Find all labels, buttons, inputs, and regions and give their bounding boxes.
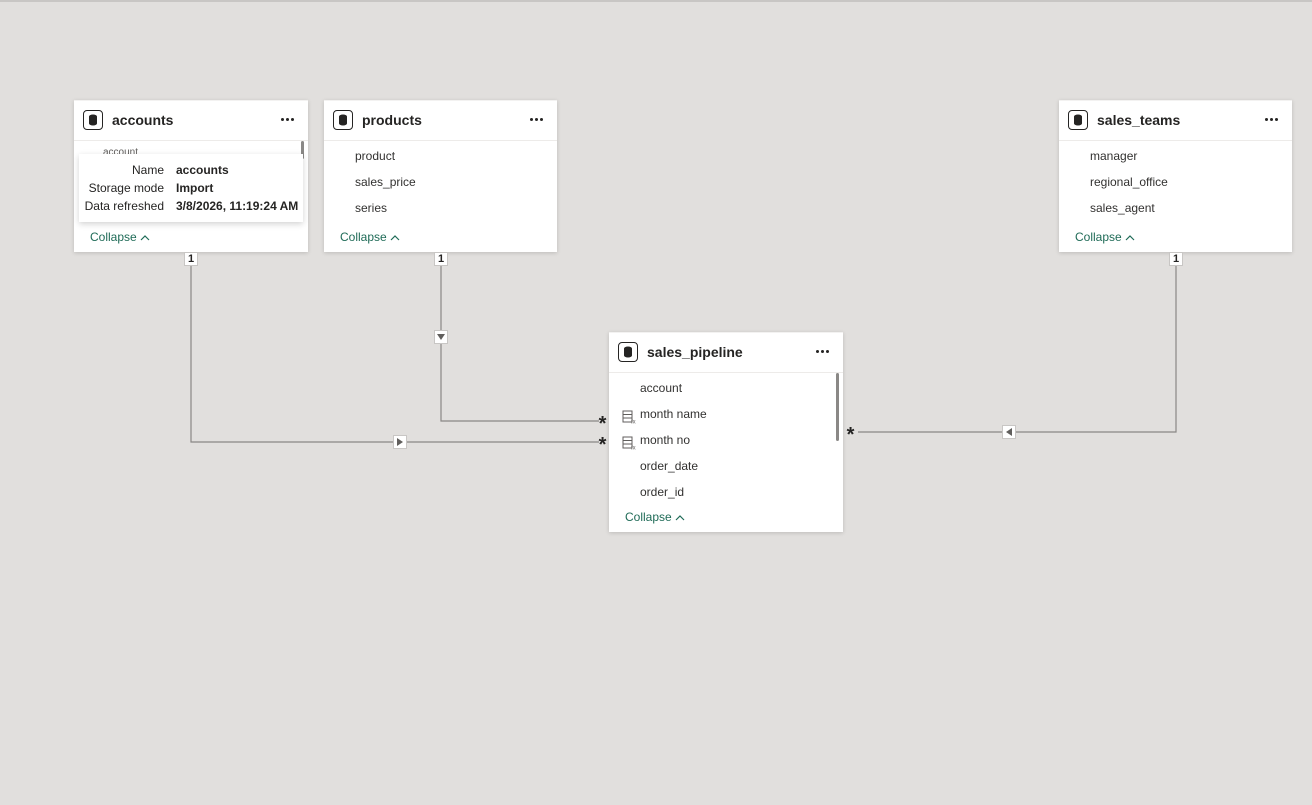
- field-item[interactable]: manager: [1059, 143, 1292, 169]
- relationship-line-products: [440, 266, 599, 422]
- table-card-products[interactable]: products product sales_price series Coll…: [324, 100, 557, 252]
- table-info-tooltip: Name accounts Storage mode Import Data r…: [79, 154, 303, 222]
- table-title: products: [362, 112, 422, 128]
- field-list: account fx month name fx month no order_…: [609, 373, 843, 505]
- field-list: product sales_price series: [324, 141, 557, 221]
- svg-text:fx: fx: [631, 446, 636, 451]
- table-card-sales-teams[interactable]: sales_teams manager regional_office sale…: [1059, 100, 1292, 252]
- field-item[interactable]: sales_price: [324, 169, 557, 195]
- collapse-label: Collapse: [625, 510, 672, 524]
- table-header[interactable]: accounts: [74, 101, 308, 141]
- relationship-line-accounts: [190, 266, 599, 443]
- table-db-icon: [83, 110, 103, 130]
- more-options-icon[interactable]: [278, 110, 296, 128]
- triangle-arrow-icon[interactable]: [434, 330, 448, 344]
- field-item[interactable]: product: [324, 143, 557, 169]
- tooltip-storage-value: Import: [176, 181, 214, 195]
- collapse-button[interactable]: Collapse: [1075, 230, 1135, 244]
- cardinality-one-products[interactable]: 1: [434, 252, 448, 266]
- relationship-line-sales-teams: [858, 266, 1177, 433]
- svg-text:fx: fx: [631, 420, 636, 425]
- tooltip-refreshed-label: Data refreshed: [84, 199, 164, 213]
- collapse-button[interactable]: Collapse: [340, 230, 400, 244]
- table-header[interactable]: sales_pipeline: [609, 333, 843, 373]
- field-item[interactable]: order_id: [609, 479, 843, 505]
- field-label: month no: [640, 433, 691, 447]
- tooltip-name-value: accounts: [176, 163, 229, 177]
- table-header[interactable]: products: [324, 101, 557, 141]
- collapse-label: Collapse: [340, 230, 387, 244]
- calculated-column-icon: fx: [622, 407, 636, 426]
- more-options-icon[interactable]: [1262, 110, 1280, 128]
- table-title: accounts: [112, 112, 174, 128]
- field-item[interactable]: fx month name: [609, 401, 843, 427]
- calculated-column-icon: fx: [622, 433, 636, 452]
- table-db-icon: [1068, 110, 1088, 130]
- cardinality-many-products[interactable]: *: [596, 414, 609, 434]
- more-options-icon[interactable]: [527, 110, 545, 128]
- table-title: sales_pipeline: [647, 344, 743, 360]
- field-item[interactable]: order_date: [609, 453, 843, 479]
- collapse-label: Collapse: [1075, 230, 1122, 244]
- field-item[interactable]: fx month no: [609, 427, 843, 453]
- cardinality-one-accounts[interactable]: 1: [184, 252, 198, 266]
- cardinality-many-sales-teams[interactable]: *: [844, 425, 857, 445]
- field-item[interactable]: regional_office: [1059, 169, 1292, 195]
- cardinality-one-sales-teams[interactable]: 1: [1169, 252, 1183, 266]
- tooltip-name-label: Name: [131, 163, 164, 177]
- field-item[interactable]: sales_agent: [1059, 195, 1292, 221]
- field-item[interactable]: account: [609, 375, 843, 401]
- table-title: sales_teams: [1097, 112, 1181, 128]
- chevron-up-icon: [1125, 230, 1135, 244]
- tooltip-storage-label: Storage mode: [88, 181, 164, 195]
- collapse-button[interactable]: Collapse: [625, 510, 685, 524]
- table-header[interactable]: sales_teams: [1059, 101, 1292, 141]
- more-options-icon[interactable]: [813, 342, 831, 360]
- tooltip-refreshed-value: 3/8/2026, 11:19:24 AM: [176, 199, 299, 213]
- field-list: manager regional_office sales_agent: [1059, 141, 1292, 221]
- field-label: month name: [640, 407, 707, 421]
- cardinality-many-accounts[interactable]: *: [596, 435, 609, 455]
- chevron-up-icon: [140, 230, 150, 244]
- chevron-up-icon: [390, 230, 400, 244]
- triangle-arrow-icon[interactable]: [1002, 425, 1016, 439]
- table-db-icon: [333, 110, 353, 130]
- chevron-up-icon: [675, 510, 685, 524]
- table-db-icon: [618, 342, 638, 362]
- collapse-label: Collapse: [90, 230, 137, 244]
- table-card-sales-pipeline[interactable]: sales_pipeline account fx month name fx …: [609, 332, 843, 532]
- triangle-arrow-icon[interactable]: [393, 435, 407, 449]
- collapse-button[interactable]: Collapse: [90, 230, 150, 244]
- field-item[interactable]: series: [324, 195, 557, 221]
